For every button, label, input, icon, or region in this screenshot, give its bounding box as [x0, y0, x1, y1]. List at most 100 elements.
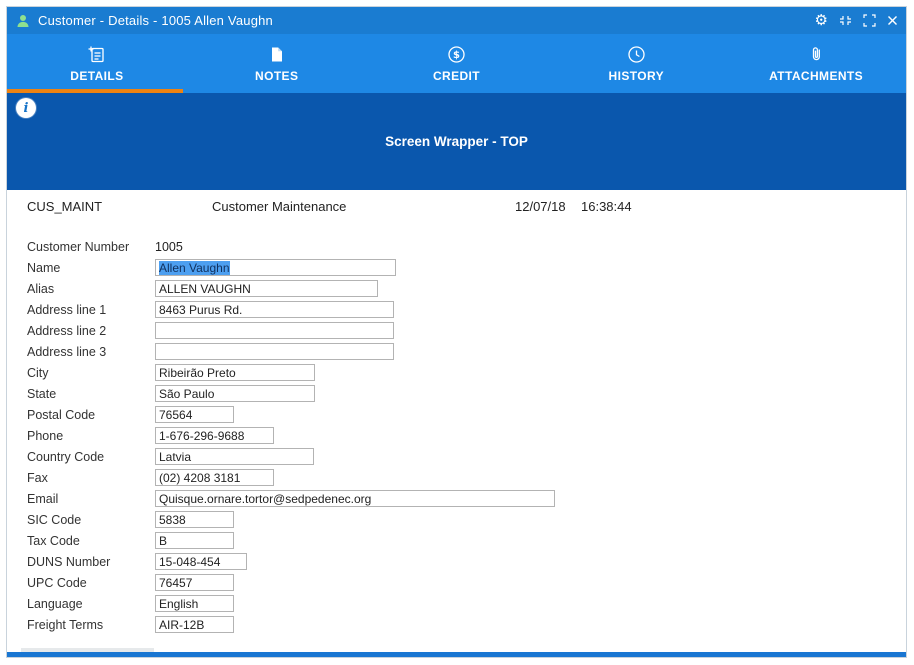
fax-label: Fax — [27, 471, 155, 485]
address-1-input[interactable]: 8463 Purus Rd. — [155, 301, 394, 318]
details-content: CUS_MAINT Customer Maintenance 12/07/18 … — [7, 190, 906, 652]
language-input[interactable]: English — [155, 595, 234, 612]
state-input[interactable]: São Paulo — [155, 385, 315, 402]
address-3-input[interactable] — [155, 343, 394, 360]
program-time: 16:38:44 — [581, 199, 632, 214]
form-row-address-2: Address line 2 — [7, 320, 906, 341]
tab-label: DETAILS — [70, 69, 123, 83]
program-id: CUS_MAINT — [27, 199, 212, 214]
program-header-row: CUS_MAINT Customer Maintenance 12/07/18 … — [7, 190, 906, 214]
form-row-address-1: Address line 1 8463 Purus Rd. — [7, 299, 906, 320]
country-code-value: Latvia — [159, 450, 191, 464]
form-row-tax-code: Tax Code B — [7, 530, 906, 551]
form-row-freight-terms: Freight Terms AIR-12B — [7, 614, 906, 635]
upc-code-label: UPC Code — [27, 576, 155, 590]
email-value: Quisque.ornare.tortor@sedpedenec.org — [159, 492, 371, 506]
freight-terms-label: Freight Terms — [27, 618, 155, 632]
tab-history[interactable]: HISTORY — [546, 34, 726, 93]
freight-terms-value: AIR-12B — [159, 618, 204, 632]
tab-credit[interactable]: $ CREDIT — [367, 34, 547, 93]
email-input[interactable]: Quisque.ornare.tortor@sedpedenec.org — [155, 490, 555, 507]
form-rows: NameAllen Vaughn Alias ALLEN VAUGHN Address… — [7, 257, 906, 635]
screen-wrapper-banner: i Screen Wrapper - TOP — [7, 93, 906, 190]
credit-dollar-icon: $ — [447, 45, 466, 64]
phone-value: 1-676-296-9688 — [159, 429, 244, 443]
user-icon — [15, 13, 31, 29]
close-icon[interactable] — [887, 15, 898, 26]
settings-gear-icon[interactable]: ⚙ — [815, 13, 828, 28]
postal-code-value: 76564 — [159, 408, 192, 422]
tab-attachments[interactable]: ATTACHMENTS — [726, 34, 906, 93]
sic-code-input[interactable]: 5838 — [155, 511, 234, 528]
tab-label: NOTES — [255, 69, 298, 83]
alias-label: Alias — [27, 282, 155, 296]
customer-number-row: Customer Number 1005 — [7, 236, 906, 257]
state-value: São Paulo — [159, 387, 214, 401]
program-name: Customer Maintenance — [212, 199, 515, 214]
form-row-duns-number: DUNS Number 15-048-454 — [7, 551, 906, 572]
address-1-value: 8463 Purus Rd. — [159, 303, 242, 317]
form-row-state: State São Paulo — [7, 383, 906, 404]
form-row-city: CityRibeirão Preto — [7, 362, 906, 383]
tab-label: CREDIT — [433, 69, 480, 83]
country-code-label: Country Code — [27, 450, 155, 464]
postal-code-label: Postal Code — [27, 408, 155, 422]
name-input[interactable]: Allen Vaughn — [155, 259, 396, 276]
duns-number-value: 15-048-454 — [159, 555, 220, 569]
customer-number-label: Customer Number — [27, 240, 155, 254]
restore-window-icon[interactable] — [839, 14, 852, 27]
fax-value: (02) 4208 3181 — [159, 471, 240, 485]
address-2-input[interactable] — [155, 322, 394, 339]
customer-number-value: 1005 — [155, 240, 183, 254]
phone-input[interactable]: 1-676-296-9688 — [155, 427, 274, 444]
tab-details[interactable]: DETAILS — [7, 34, 187, 93]
form-row-address-3: Address line 3 — [7, 341, 906, 362]
form-row-phone: Phone 1-676-296-9688 — [7, 425, 906, 446]
language-value: English — [159, 597, 198, 611]
tab-label: HISTORY — [609, 69, 664, 83]
phone-label: Phone — [27, 429, 155, 443]
tax-code-label: Tax Code — [27, 534, 155, 548]
state-label: State — [27, 387, 155, 401]
country-code-input[interactable]: Latvia — [155, 448, 314, 465]
duns-number-input[interactable]: 15-048-454 — [155, 553, 247, 570]
maximize-window-icon[interactable] — [863, 14, 876, 27]
address-3-label: Address line 3 — [27, 345, 155, 359]
titlebar-actions: ⚙ — [815, 13, 898, 28]
address-1-label: Address line 1 — [27, 303, 155, 317]
form-row-name: NameAllen Vaughn — [7, 257, 906, 278]
history-clock-icon — [627, 45, 646, 64]
tax-code-input[interactable]: B — [155, 532, 234, 549]
svg-text:$: $ — [453, 50, 460, 61]
bottom-accent-strip — [7, 652, 906, 657]
upc-code-input[interactable]: 76457 — [155, 574, 234, 591]
alias-input[interactable]: ALLEN VAUGHN — [155, 280, 378, 297]
form-row-upc-code: UPC Code76457 — [7, 572, 906, 593]
city-label: City — [27, 366, 155, 380]
tabbar: DETAILS NOTES $ CREDIT HISTORY ATTACHMENTS — [7, 34, 906, 93]
form-row-country-code: Country Code Latvia — [7, 446, 906, 467]
city-input[interactable]: Ribeirão Preto — [155, 364, 315, 381]
tab-label: ATTACHMENTS — [769, 69, 863, 83]
details-form-icon — [87, 45, 106, 64]
form-row-alias: Alias ALLEN VAUGHN — [7, 278, 906, 299]
email-label: Email — [27, 492, 155, 506]
tax-code-value: B — [159, 534, 167, 548]
alias-value: ALLEN VAUGHN — [159, 282, 251, 296]
language-label: Language — [27, 597, 155, 611]
attachments-paperclip-icon — [807, 45, 826, 64]
freight-terms-input[interactable]: AIR-12B — [155, 616, 234, 633]
address-2-label: Address line 2 — [27, 324, 155, 338]
form-row-fax: Fax (02) 4208 3181 — [7, 467, 906, 488]
banner-title: Screen Wrapper - TOP — [385, 134, 528, 149]
duns-number-label: DUNS Number — [27, 555, 155, 569]
tab-notes[interactable]: NOTES — [187, 34, 367, 93]
program-date: 12/07/18 — [515, 199, 567, 214]
form-row-language: Language English — [7, 593, 906, 614]
fax-input[interactable]: (02) 4208 3181 — [155, 469, 274, 486]
postal-code-input[interactable]: 76564 — [155, 406, 234, 423]
titlebar: Customer - Details - 1005 Allen Vaughn ⚙ — [7, 7, 906, 34]
notes-document-icon — [267, 45, 286, 64]
form-row-sic-code: SIC Code5838 — [7, 509, 906, 530]
info-icon[interactable]: i — [16, 98, 36, 118]
